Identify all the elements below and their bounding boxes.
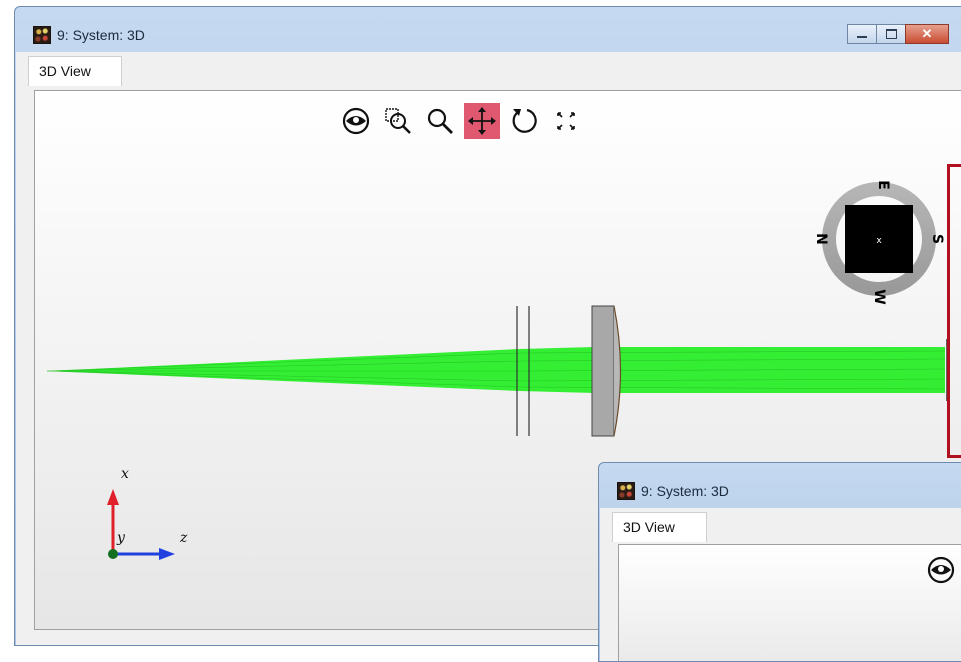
compass-label-e: E	[875, 180, 891, 190]
close-button[interactable]: ✕	[905, 24, 949, 44]
z-axis-label: z	[179, 530, 188, 546]
compass-label-s: S	[929, 234, 945, 244]
eye-icon	[342, 107, 370, 135]
secondary-eye-icon[interactable]	[926, 555, 956, 585]
z-axis-arrowhead	[159, 548, 175, 560]
tab-3d-view[interactable]: 3D View	[28, 56, 122, 86]
fit-view-icon	[557, 112, 575, 130]
window-title: 9: System: 3D	[57, 27, 145, 43]
pan-button[interactable]	[464, 103, 500, 139]
lens-element	[591, 305, 622, 437]
secondary-title-bar[interactable]: 9: System: 3D	[599, 463, 961, 508]
pan-icon	[468, 107, 496, 135]
minimize-button[interactable]	[847, 24, 877, 44]
compass-label-n: N	[813, 233, 829, 245]
compass-center-mark: x	[876, 236, 882, 246]
zoom-window-button[interactable]	[380, 103, 416, 139]
secondary-tab-3d-view[interactable]: 3D View	[612, 512, 707, 542]
rotate-button[interactable]	[506, 103, 542, 139]
eye-button[interactable]	[338, 103, 374, 139]
y-axis-dot	[108, 549, 118, 559]
secondary-window-title: 9: System: 3D	[641, 483, 729, 499]
secondary-app-icon	[617, 482, 635, 500]
zoom-button[interactable]	[422, 103, 458, 139]
fit-view-button[interactable]	[548, 103, 584, 139]
compass[interactable]: x E S W N	[813, 180, 945, 305]
axis-triad: x y z	[107, 466, 188, 560]
highlight-rectangle	[947, 164, 961, 458]
minimize-icon	[857, 35, 867, 38]
title-bar[interactable]: 9: System: 3D ✕	[15, 7, 961, 52]
view-toolbar	[338, 101, 590, 141]
compass-label-w: W	[871, 289, 887, 304]
x-axis-arrowhead	[107, 489, 119, 505]
x-axis-label: x	[121, 466, 129, 482]
app-icon	[33, 26, 51, 44]
maximize-button[interactable]	[876, 24, 906, 44]
close-icon: ✕	[921, 26, 933, 41]
ray-bundle	[46, 347, 946, 393]
maximize-icon	[885, 29, 897, 39]
secondary-window: 9: System: 3D 3D View	[598, 462, 961, 662]
y-axis-label: y	[116, 530, 126, 546]
secondary-client-area: 3D View	[600, 508, 961, 661]
rotate-icon	[512, 108, 537, 133]
rays-between-elements	[520, 347, 595, 393]
caption-buttons: ✕	[847, 24, 949, 44]
zoom-window-icon	[385, 108, 411, 134]
zoom-icon	[427, 108, 453, 134]
secondary-3d-viewport[interactable]	[618, 544, 961, 661]
